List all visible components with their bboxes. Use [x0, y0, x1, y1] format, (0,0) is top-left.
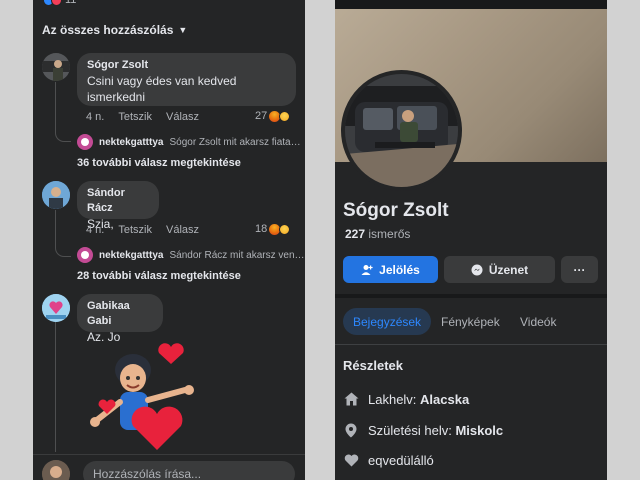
comment-text: Csini vagy édes van kedved ismerkedni: [87, 74, 237, 104]
divider: [335, 344, 607, 345]
comment-composer: [33, 454, 305, 480]
comment-actions: 4 n. Tetszik Válasz: [86, 111, 199, 123]
tab-videos[interactable]: Videók: [510, 308, 566, 335]
comment-bubble: Gabikaa Gabi Az. Jo: [77, 294, 163, 344]
messenger-icon: [471, 264, 483, 275]
more-options-button[interactable]: ···: [561, 256, 598, 283]
comment-filter-dropdown[interactable]: Az összes hozzászólás ▼: [42, 23, 187, 37]
avatar[interactable]: [42, 53, 70, 81]
detail-birthplace: Születési helv: Miskolc: [343, 422, 503, 438]
comment-time: 4 n.: [86, 111, 105, 123]
profile-name: Sógor Zsolt: [343, 200, 449, 221]
tag-button-label: Jelölés: [379, 262, 420, 277]
friend-count-number: 227: [345, 227, 366, 241]
thread-curve: [55, 128, 71, 142]
avatar[interactable]: [42, 294, 70, 322]
reaction-count: 18: [255, 223, 268, 235]
detail-value[interactable]: Miskolc: [455, 423, 503, 438]
add-friend-icon: [361, 264, 373, 275]
profile-picture[interactable]: [341, 70, 462, 191]
thread-line: [55, 82, 56, 130]
reply-avatar: [77, 247, 93, 263]
reply-link[interactable]: Válasz: [166, 111, 199, 123]
love-sticker: [85, 340, 215, 450]
comment-reactions[interactable]: 27: [255, 110, 291, 122]
detail-prefix: eqvedülálló: [368, 452, 434, 468]
haha-reaction-icon: [279, 110, 291, 122]
tab-posts[interactable]: Bejegyzések: [343, 308, 432, 335]
message-button-label: Üzenet: [488, 262, 529, 277]
avatar[interactable]: [42, 460, 70, 480]
reply-snippet: Sándor Rácz mit akarsz ven…: [169, 249, 305, 261]
top-reactions[interactable]: 11: [43, 0, 76, 6]
comment-bubble: Sógor Zsolt Csini vagy édes van kedved i…: [77, 53, 296, 106]
tab-photos[interactable]: Fényképek: [431, 308, 510, 335]
detail-prefix: Lakhelv:: [368, 391, 417, 407]
view-more-replies-link[interactable]: 28 további válasz megtekintése: [77, 270, 241, 282]
message-button[interactable]: Üzenet: [444, 256, 555, 283]
thread-curve: [55, 245, 71, 257]
comment-bubble: Sándor Rácz Szia,: [77, 181, 159, 231]
reply-preview[interactable]: nektekgatttya Sógor Zsolt mit akarsz fia…: [77, 134, 301, 150]
comments-panel: 11 Az összes hozzászólás ▼ Sógor Zsolt C…: [33, 0, 305, 480]
like-link[interactable]: Tetszik: [118, 111, 152, 123]
thread-line: [55, 322, 56, 452]
home-icon: [343, 391, 359, 407]
reaction-count: 27: [255, 110, 268, 122]
reply-author: nektekgatttya: [99, 136, 164, 148]
friends-label: ismerős: [368, 227, 411, 241]
top-reaction-count: 11: [65, 0, 77, 6]
friend-count[interactable]: 227 ismerős: [345, 227, 410, 241]
location-pin-icon: [343, 422, 359, 438]
chevron-down-icon: ▼: [178, 25, 188, 35]
thread-line: [55, 210, 56, 247]
reply-avatar: [77, 134, 93, 150]
details-title: Részletek: [343, 358, 403, 373]
top-strip: [335, 0, 607, 9]
love-reaction-icon: [51, 0, 62, 6]
detail-relationship: eqvedülálló: [343, 452, 434, 468]
view-more-replies-link[interactable]: 36 további válasz megtekintése: [77, 157, 241, 169]
comment-time: 4 n.: [86, 224, 105, 236]
detail-value[interactable]: Alacska: [420, 392, 469, 407]
haha-reaction-icon: [279, 223, 291, 235]
comment-author[interactable]: Sándor Rácz: [87, 186, 149, 216]
tag-button[interactable]: Jelölés: [343, 256, 438, 283]
comment-reactions[interactable]: 18: [255, 223, 291, 235]
heart-icon: [343, 452, 359, 468]
reply-snippet: Sógor Zsolt mit akarsz fiata…: [169, 136, 301, 148]
comment-author[interactable]: Sógor Zsolt: [87, 58, 286, 73]
comment-author[interactable]: Gabikaa Gabi: [87, 299, 153, 329]
more-icon: ···: [573, 262, 586, 277]
reply-preview[interactable]: nektekgatttya Sándor Rácz mit akarsz ven…: [77, 247, 305, 263]
comment-input[interactable]: [83, 461, 295, 480]
detail-prefix: Születési helv:: [368, 422, 452, 438]
filter-label: Az összes hozzászólás: [42, 23, 174, 37]
like-link[interactable]: Tetszik: [118, 224, 152, 236]
divider: [335, 294, 607, 298]
profile-panel: Sógor Zsolt 227 ismerős Jelölés Üzenet ·…: [335, 0, 607, 480]
avatar[interactable]: [42, 181, 70, 209]
comment-actions: 4 n. Tetszik Válasz: [86, 224, 199, 236]
reply-link[interactable]: Válasz: [166, 224, 199, 236]
reply-author: nektekgatttya: [99, 249, 164, 261]
detail-residence: Lakhelv: Alacska: [343, 391, 469, 407]
